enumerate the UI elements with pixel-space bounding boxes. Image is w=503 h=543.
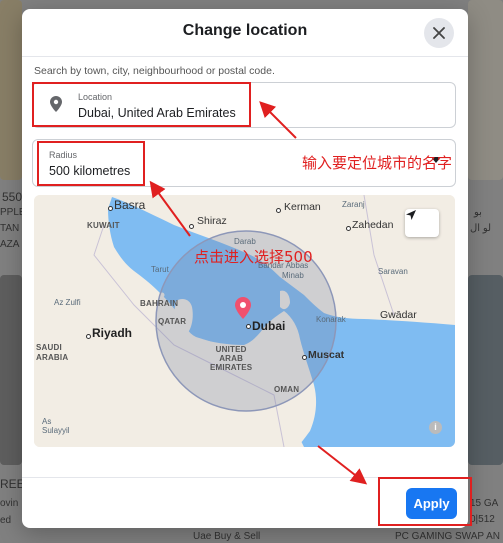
map-label-basra: Basra <box>114 198 146 212</box>
map-label-qatar: QATAR <box>158 317 187 326</box>
map-label-kerman: Kerman <box>284 201 321 213</box>
map-label-az-zulfi: Az Zulfi <box>54 298 81 307</box>
map-label-sulayyil: As Sulayyil <box>42 417 70 435</box>
city-dot <box>189 224 194 229</box>
close-icon <box>433 27 445 39</box>
map-label-shiraz: Shiraz <box>197 215 227 227</box>
locate-me-button[interactable] <box>405 209 439 237</box>
city-dot <box>276 208 281 213</box>
annotation-location-note: 输入要定位城市的名字 <box>302 154 453 172</box>
map-label-bahrain: BAHRAIN <box>140 299 179 308</box>
annotation-radius-note: 点击进入选择500 <box>194 248 313 266</box>
navigation-arrow-icon <box>406 210 416 220</box>
dialog-header: Change location <box>22 9 468 57</box>
city-dot <box>346 226 351 231</box>
city-dot <box>108 206 113 211</box>
map-label-saudi-arabia: SAUDI ARABIA <box>36 343 69 362</box>
map-label-kuwait: KUWAIT <box>87 221 120 230</box>
map-pin-icon <box>235 297 251 319</box>
search-hint: Search by town, city, neighbourhood or p… <box>34 65 275 77</box>
map-label-konarak: Konarak <box>316 315 346 324</box>
map-geography <box>34 195 455 447</box>
map-label-riyadh: Riyadh <box>92 326 133 340</box>
map-label-uae: UNITED ARAB EMIRATES <box>210 345 253 372</box>
map-label-tarut: Tarut <box>151 265 169 274</box>
map-label-minab: Minab <box>282 271 304 280</box>
map-label-muscat: Muscat <box>308 349 345 361</box>
close-button[interactable] <box>424 18 454 48</box>
dialog-title: Change location <box>182 22 308 39</box>
annotation-box-apply <box>378 477 472 526</box>
map-label-zaranj: Zaranj <box>342 200 365 209</box>
map-label-oman: OMAN <box>274 385 300 394</box>
info-icon[interactable]: i <box>429 421 442 434</box>
annotation-box-location <box>32 82 251 127</box>
map-label-dubai: Dubai <box>252 319 286 333</box>
map-label-saravan: Saravan <box>378 267 408 276</box>
city-dot <box>302 355 307 360</box>
city-dot <box>86 334 91 339</box>
map-label-darab: Darab <box>234 237 256 246</box>
map-label-gwadar: Gwādar <box>380 309 417 321</box>
map-label-zahedan: Zahedan <box>352 219 394 231</box>
map[interactable]: Basra KUWAIT Shiraz Kerman Zaranj Zaheda… <box>34 195 455 447</box>
annotation-box-radius <box>37 141 145 186</box>
city-dot <box>246 324 251 329</box>
